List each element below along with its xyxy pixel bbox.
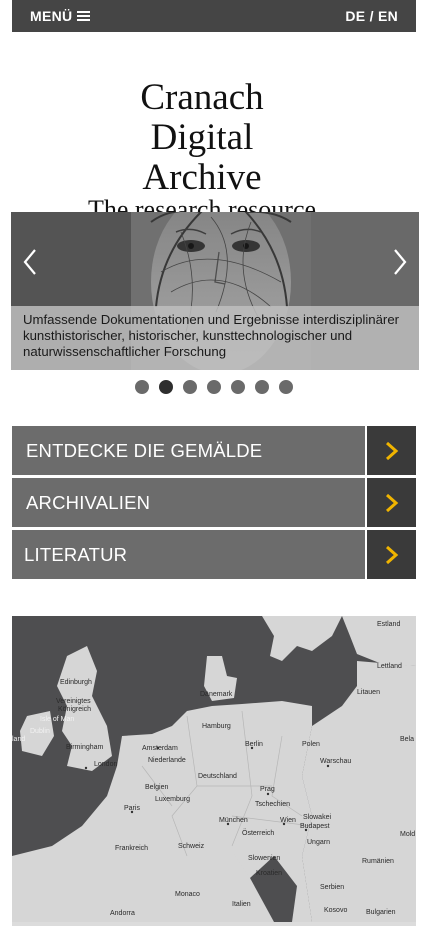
nav-item-label: ARCHIVALIEN bbox=[12, 478, 365, 527]
map-label-polen: Polen bbox=[302, 741, 320, 748]
nav-item-label: ENTDECKE DIE GEMÄLDE bbox=[12, 426, 365, 475]
map-label-birmingham: Birmingham bbox=[66, 744, 104, 751]
chevron-right-icon bbox=[385, 441, 398, 460]
map-label-luxemburg: Luxemburg bbox=[155, 796, 190, 803]
map-label-daenemark: Dänemark bbox=[200, 691, 233, 698]
nav-item-label: LITERATUR bbox=[12, 530, 365, 579]
chevron-right-icon bbox=[385, 545, 398, 564]
map-label-isle-of-man: Isle of Man bbox=[40, 716, 74, 723]
map-label-litauen: Litauen bbox=[357, 689, 380, 696]
map-label-hamburg: Hamburg bbox=[202, 723, 231, 730]
slider-dot[interactable] bbox=[207, 380, 221, 394]
language-switch[interactable]: DE / EN bbox=[345, 8, 398, 24]
map-label-belgien: Belgien bbox=[145, 784, 168, 791]
nav-item-paintings[interactable]: ENTDECKE DIE GEMÄLDE bbox=[12, 426, 416, 475]
slider-dot[interactable] bbox=[183, 380, 197, 394]
hamburger-icon bbox=[77, 11, 91, 21]
slider-caption: Umfassende Dokumentationen und Ergebniss… bbox=[11, 306, 419, 370]
map-label-ungarn: Ungarn bbox=[307, 839, 330, 846]
slider-dot[interactable] bbox=[135, 380, 149, 394]
map-label-tschechien: Tschechien bbox=[255, 801, 290, 808]
hero-slider[interactable]: Umfassende Dokumentationen und Ergebniss… bbox=[11, 212, 419, 370]
chevron-right-icon bbox=[394, 249, 407, 275]
map-label-oesterreich: Österreich bbox=[242, 829, 274, 837]
europe-map[interactable]: Estland Lettland Litauen Dänemark Edinbu… bbox=[12, 616, 416, 922]
map-label-mold: Mold bbox=[400, 831, 415, 838]
map-label-monaco: Monaco bbox=[175, 891, 200, 898]
slider-dot[interactable] bbox=[231, 380, 245, 394]
slider-next-button[interactable] bbox=[387, 244, 413, 280]
map-label-london: London bbox=[94, 761, 117, 768]
map-label-dublin: Dublin bbox=[30, 728, 50, 735]
nav-item-go-button[interactable] bbox=[367, 426, 416, 475]
slider-pagination bbox=[0, 380, 428, 394]
map-label-land: land bbox=[12, 736, 25, 743]
map-label-budapest: Budapest bbox=[300, 823, 330, 830]
map-label-deutschland: Deutschland bbox=[198, 773, 237, 780]
map-label-koenigreich: Königreich bbox=[58, 706, 91, 713]
site-title-block: Cranach Digital Archive The research res… bbox=[0, 78, 404, 224]
map-label-warschau: Warschau bbox=[320, 758, 351, 765]
map-label-slowenien: Slowenien bbox=[248, 855, 280, 862]
slider-dot[interactable] bbox=[255, 380, 269, 394]
map-label-frankreich: Frankreich bbox=[115, 845, 148, 852]
nav-item-go-button[interactable] bbox=[367, 530, 416, 579]
map-label-amsterdam: Amsterdam bbox=[142, 745, 178, 752]
main-navigation: ENTDECKE DIE GEMÄLDE ARCHIVALIEN LITERAT… bbox=[12, 426, 416, 582]
map-label-vereinigtes: Vereinigtes bbox=[56, 698, 91, 705]
top-bar: MENÜ DE / EN bbox=[12, 0, 416, 32]
map-label-schweiz: Schweiz bbox=[178, 843, 205, 850]
nav-item-literature[interactable]: LITERATUR bbox=[12, 530, 416, 579]
map-bottom-edge bbox=[12, 922, 416, 926]
map-label-berlin: Berlin bbox=[245, 741, 263, 748]
map-label-estland: Estland bbox=[377, 621, 400, 628]
map-label-rumaenien: Rumänien bbox=[362, 858, 394, 865]
map-label-bulgarien: Bulgarien bbox=[366, 909, 396, 916]
menu-button[interactable]: MENÜ bbox=[30, 8, 91, 24]
map-label-kroatien: Kroatien bbox=[256, 870, 282, 877]
map-label-kosovo: Kosovo bbox=[324, 907, 347, 914]
nav-item-go-button[interactable] bbox=[367, 478, 416, 527]
map-label-wien: Wien bbox=[280, 817, 296, 824]
nav-item-archives[interactable]: ARCHIVALIEN bbox=[12, 478, 416, 527]
map-label-slowakei: Slowakei bbox=[303, 814, 331, 821]
chevron-right-icon bbox=[385, 493, 398, 512]
map-label-serbien: Serbien bbox=[320, 884, 344, 891]
map-label-prag: Prag bbox=[260, 786, 275, 793]
site-title: Cranach Digital Archive bbox=[140, 77, 264, 198]
map-label-bela: Bela bbox=[400, 736, 414, 743]
slider-dot[interactable] bbox=[279, 380, 293, 394]
menu-label: MENÜ bbox=[30, 8, 73, 24]
map-label-edinburgh: Edinburgh bbox=[60, 679, 92, 686]
slider-prev-button[interactable] bbox=[17, 244, 43, 280]
map-label-andorra: Andorra bbox=[110, 910, 135, 917]
chevron-left-icon bbox=[23, 249, 36, 275]
slider-dot-active[interactable] bbox=[159, 380, 173, 394]
map-label-niederlande: Niederlande bbox=[148, 757, 186, 764]
map-canvas: Estland Lettland Litauen Dänemark Edinbu… bbox=[12, 616, 416, 922]
map-label-lettland: Lettland bbox=[377, 663, 402, 670]
map-label-italien: Italien bbox=[232, 901, 251, 908]
map-label-muenchen: München bbox=[219, 817, 248, 824]
